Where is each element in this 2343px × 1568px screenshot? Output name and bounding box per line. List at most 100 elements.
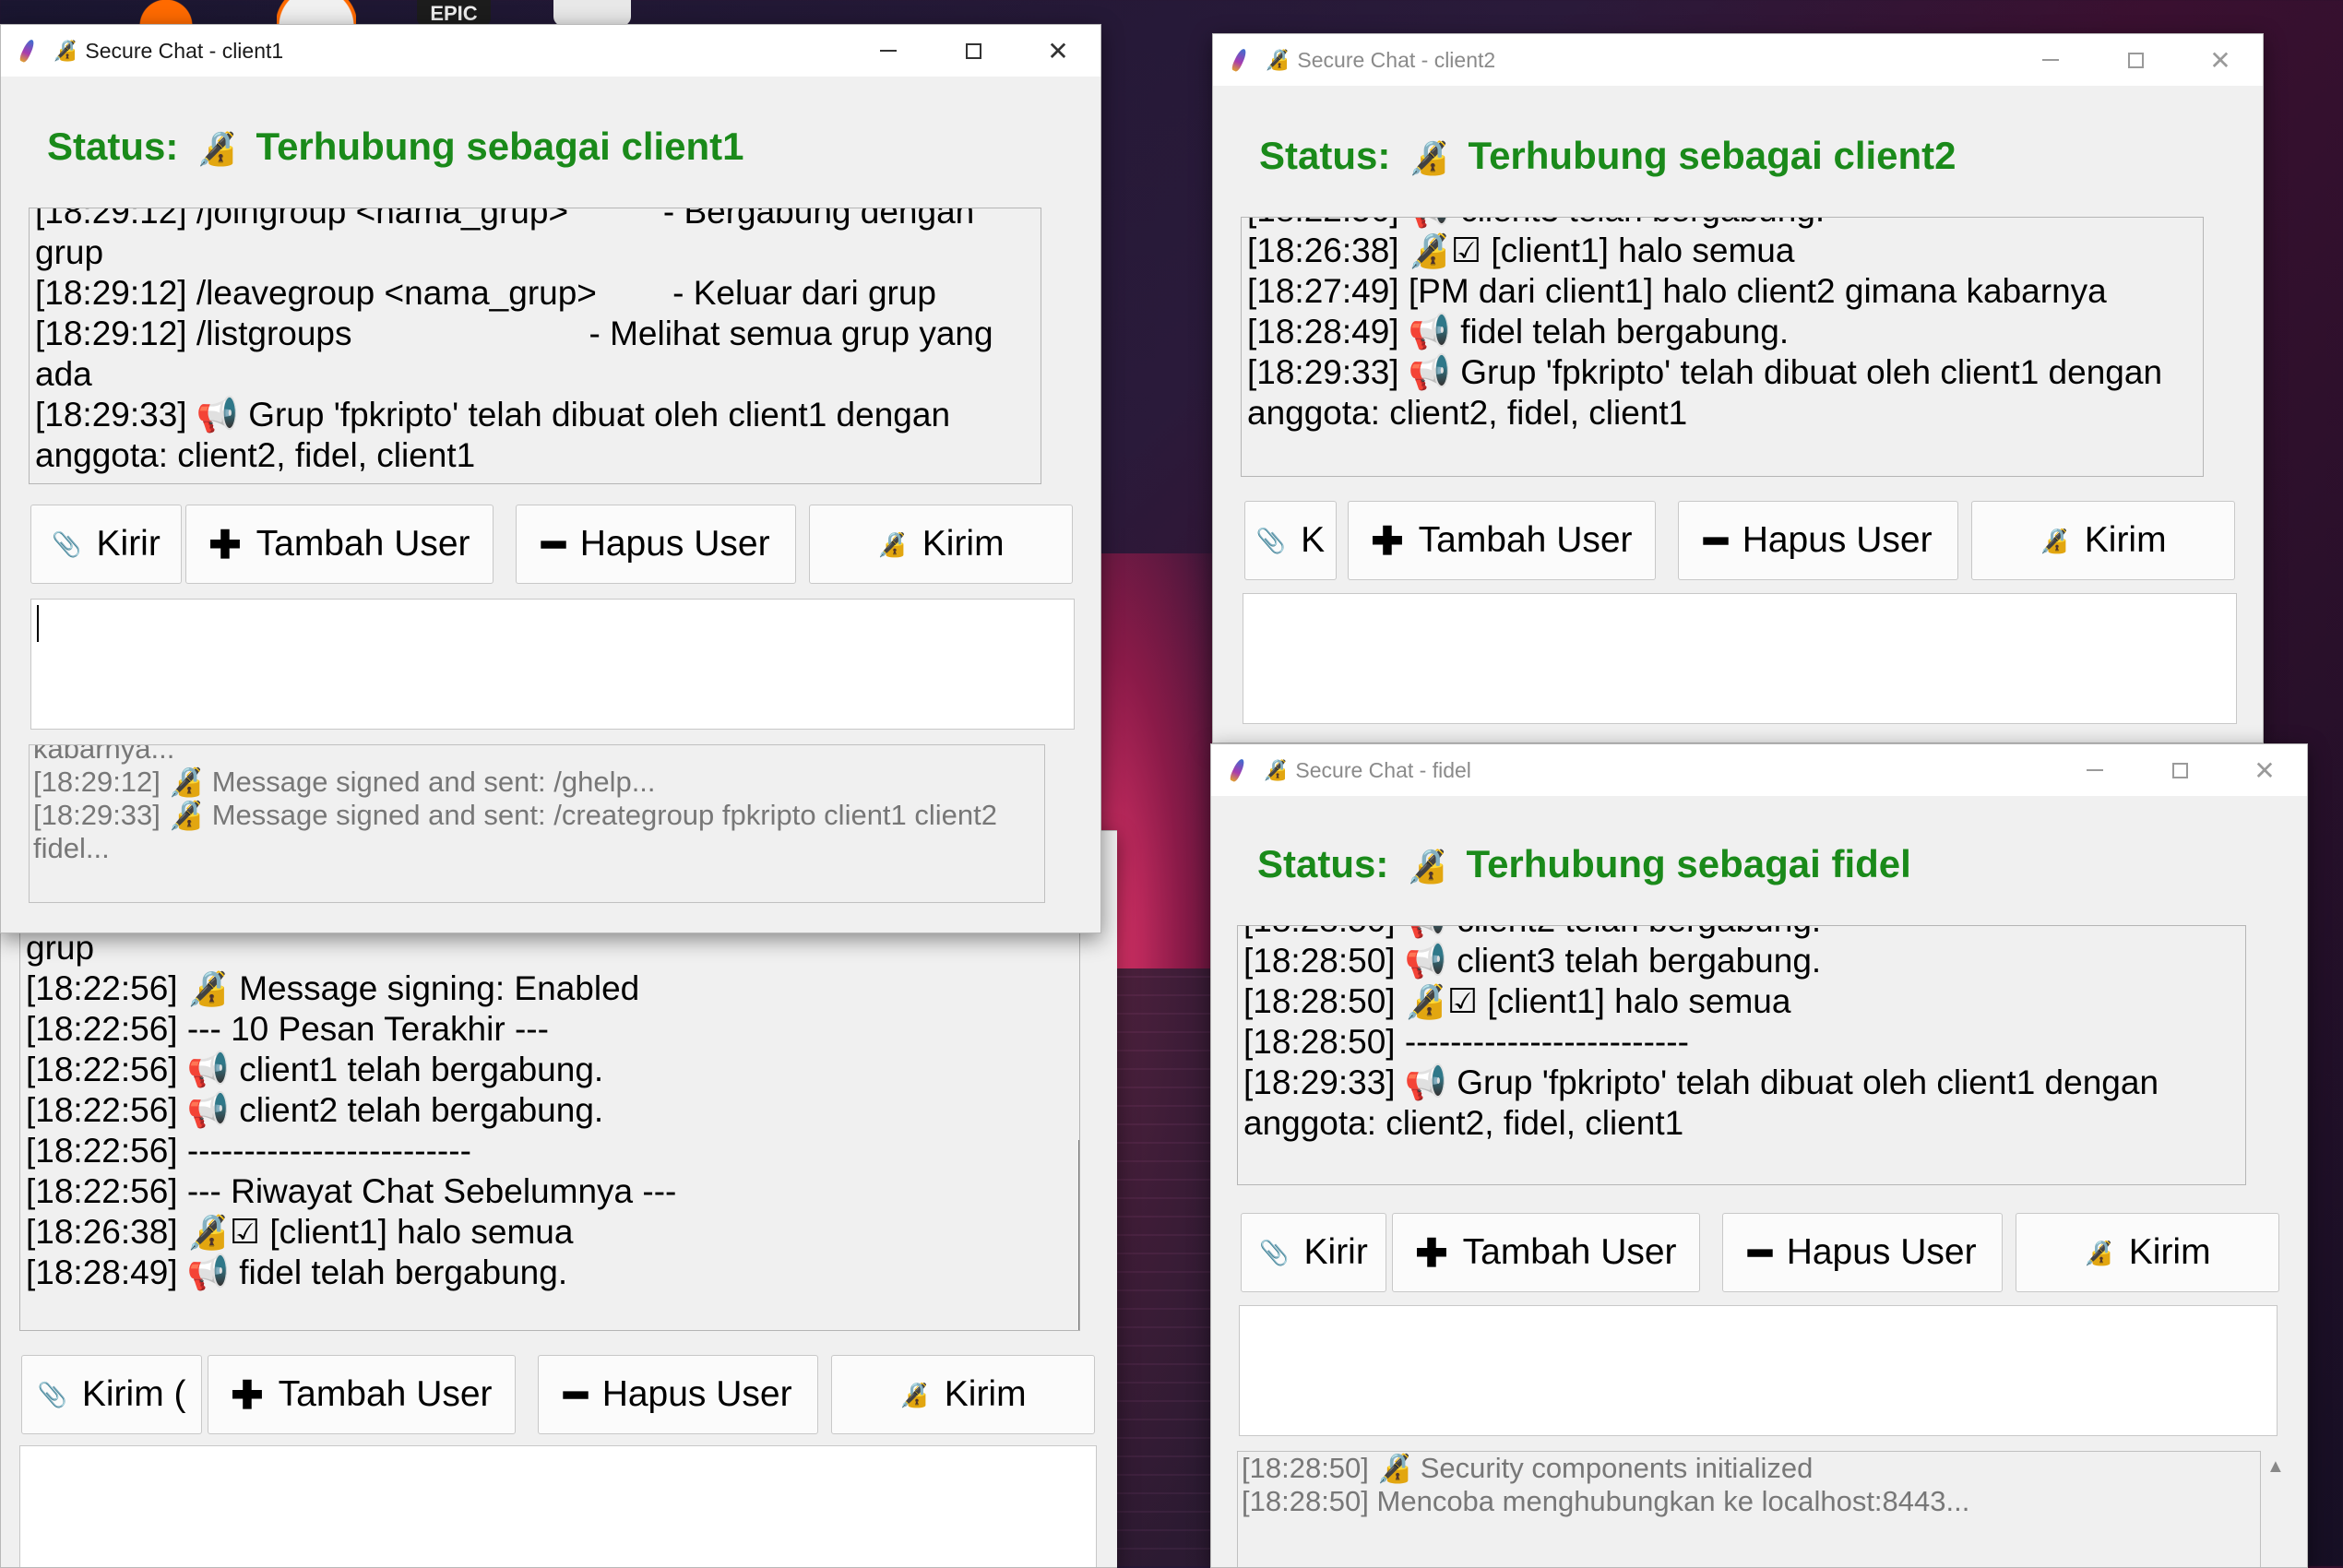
epic-games-icon[interactable]: EPIC	[417, 0, 491, 26]
lock-icon: 🔏	[2040, 526, 2070, 554]
send-file-button[interactable]: 📎 Kirir	[30, 505, 182, 584]
send-file-button[interactable]: 📎 K	[1244, 501, 1337, 580]
scroll-up-arrow-icon[interactable]: ▲	[2266, 1456, 2298, 1478]
minimize-button[interactable]	[2008, 34, 2093, 86]
message-input[interactable]	[1239, 1305, 2278, 1436]
chat-line: [18:29:12] /listgroups - Melihat semua g…	[35, 315, 1003, 393]
send-file-button[interactable]: 📎 Kirir	[1241, 1213, 1386, 1292]
chat-line: [18:22:56] 📢 client3 telah bergabung.	[1247, 218, 2197, 231]
log-line: [18:28:50] 🔏 Security components initial…	[1242, 1452, 1814, 1484]
chat-line: [18:28:50] -------------------------	[1243, 1023, 1689, 1061]
add-user-button[interactable]: ✚ Tambah User	[208, 1355, 516, 1434]
minus-icon: ━	[1704, 518, 1728, 563]
close-button[interactable]: ✕	[1016, 25, 1100, 77]
paperclip-icon: 📎	[52, 529, 82, 558]
lock-icon: 🔏	[53, 39, 78, 62]
send-button[interactable]: 🔏 Kirim	[1971, 501, 2235, 580]
taskbar-app-icon[interactable]	[553, 0, 631, 26]
title-bar[interactable]: 🔏 Secure Chat - fidel ✕	[1211, 744, 2307, 796]
chat-line: [18:26:38] 🔏☑ [client1] halo semua	[26, 1213, 574, 1251]
maximize-icon	[966, 43, 981, 59]
chat-line: [18:22:56] 📢 client2 telah bergabung.	[26, 1091, 604, 1129]
plus-icon: ✚	[1415, 1230, 1448, 1275]
chat-scrollbar[interactable]	[1078, 1140, 1079, 1330]
chat-line: [18:22:56] -------------------------	[26, 1132, 471, 1170]
maximize-button[interactable]	[931, 25, 1016, 77]
minus-icon: ━	[564, 1372, 588, 1417]
maximize-button[interactable]	[2137, 744, 2222, 796]
plus-icon: ✚	[231, 1372, 264, 1417]
chat-window-fidel: 🔏 Secure Chat - fidel ✕ Status: 🔏 Terhub…	[1210, 743, 2308, 1568]
chat-line: [18:22:56] 📢 client1 telah bergabung.	[26, 1051, 604, 1088]
add-user-button[interactable]: ✚ Tambah User	[1392, 1213, 1700, 1292]
send-file-button[interactable]: 📎 Kirim (	[21, 1355, 202, 1434]
message-input[interactable]	[19, 1445, 1097, 1567]
maximize-button[interactable]	[2093, 34, 2178, 86]
minimize-icon	[2087, 769, 2103, 771]
taskbar-app-icon[interactable]	[277, 0, 356, 26]
minimize-button[interactable]	[846, 25, 931, 77]
connection-status: Status: 🔏 Terhubung sebagai fidel	[1257, 842, 1911, 885]
app-feather-icon	[1226, 46, 1254, 74]
paperclip-icon: 📎	[37, 1380, 67, 1408]
add-user-button[interactable]: ✚ Tambah User	[1348, 501, 1656, 580]
lock-icon: 🔏	[2084, 1238, 2114, 1266]
chat-window-client2: 🔏 Secure Chat - client2 ✕ Status: 🔏 Terh…	[1212, 33, 2264, 743]
send-button[interactable]: 🔏 Kirim	[831, 1355, 1095, 1434]
log-line: [18:29:33] 🔏 Message signed and sent: /c…	[33, 799, 1005, 864]
lock-icon: 🔏	[196, 129, 238, 167]
window-title: Secure Chat - fidel	[1295, 757, 1471, 782]
security-log: [18:28:50] 🔏 Security components initial…	[1237, 1451, 2261, 1567]
app-feather-icon	[1224, 756, 1252, 784]
chat-line: [18:29:12] /joingroup <nama_grup> - Berg…	[35, 208, 984, 271]
plus-icon: ✚	[208, 522, 242, 566]
app-feather-icon	[14, 37, 42, 65]
security-log: kabarnya... [18:29:12] 🔏 Message signed …	[29, 744, 1045, 903]
send-button[interactable]: 🔏 Kirim	[2016, 1213, 2279, 1292]
plus-icon: ✚	[1371, 518, 1404, 563]
lock-icon: 🔏	[1407, 847, 1448, 885]
lock-icon: 🔏	[1265, 48, 1290, 71]
close-button[interactable]: ✕	[2222, 744, 2307, 796]
chat-line: [18:26:38] 🔏☑ [client1] halo semua	[1247, 232, 1795, 269]
message-input[interactable]	[1243, 593, 2237, 724]
close-icon: ✕	[2254, 755, 2276, 785]
maximize-icon	[2172, 763, 2188, 778]
remove-user-button[interactable]: ━ Hapus User	[1722, 1213, 2003, 1292]
lock-icon: 🔏	[1263, 758, 1289, 781]
send-button[interactable]: 🔏 Kirim	[809, 505, 1073, 584]
paperclip-icon: 📎	[1259, 1238, 1290, 1266]
chat-line: [18:28:50] 📢 client3 telah bergabung.	[1243, 942, 1822, 980]
chat-line: [18:28:50] 📢 client2 telah bergabung.	[1243, 926, 2240, 941]
lock-icon: 🔏	[899, 1380, 930, 1408]
minus-icon: ━	[541, 522, 565, 566]
remove-user-button[interactable]: ━ Hapus User	[516, 505, 796, 584]
lock-icon: 🔏	[1409, 138, 1450, 176]
close-button[interactable]: ✕	[2178, 34, 2263, 86]
connection-status: Status: 🔏 Terhubung sebagai client2	[1259, 134, 1956, 177]
chat-log: grup [18:22:56] 🔏 Message signing: Enabl…	[19, 927, 1080, 1331]
chat-line: [18:29:33] 📢 Grup 'fpkripto' telah dibua…	[1243, 1063, 2169, 1142]
log-line: [18:29:12] 🔏 Message signed and sent: /g…	[33, 766, 656, 798]
minimize-button[interactable]	[2052, 744, 2137, 796]
paperclip-icon: 📎	[1255, 526, 1287, 554]
remove-user-button[interactable]: ━ Hapus User	[1678, 501, 1958, 580]
title-bar[interactable]: 🔏 Secure Chat - client1 ✕	[1, 25, 1100, 77]
chat-line: [18:29:33] 📢 Grup 'fpkripto' telah dibua…	[1247, 353, 2172, 432]
add-user-button[interactable]: ✚ Tambah User	[185, 505, 494, 584]
minimize-icon	[880, 50, 897, 52]
taskbar-app-icon[interactable]	[138, 0, 194, 26]
window-title: Secure Chat - client2	[1297, 47, 1496, 72]
log-line: kabarnya...	[33, 744, 175, 765]
close-icon: ✕	[1047, 36, 1069, 65]
chat-log: [18:22:56] 📢 client3 telah bergabung. [1…	[1241, 217, 2204, 477]
connection-status: Status: 🔏 Terhubung sebagai client1	[47, 125, 744, 168]
text-caret	[37, 605, 39, 642]
chat-line: [18:28:50] 🔏☑ [client1] halo semua	[1243, 982, 1791, 1020]
title-bar[interactable]: 🔏 Secure Chat - client2 ✕	[1213, 34, 2263, 86]
desktop-wallpaper-city	[1107, 968, 1218, 1566]
remove-user-button[interactable]: ━ Hapus User	[538, 1355, 818, 1434]
chat-line: [18:28:49] 📢 fidel telah bergabung.	[1247, 313, 1790, 350]
message-input[interactable]	[30, 599, 1075, 730]
chat-window-client1: 🔏 Secure Chat - client1 ✕ Status: 🔏 Terh…	[0, 24, 1101, 933]
